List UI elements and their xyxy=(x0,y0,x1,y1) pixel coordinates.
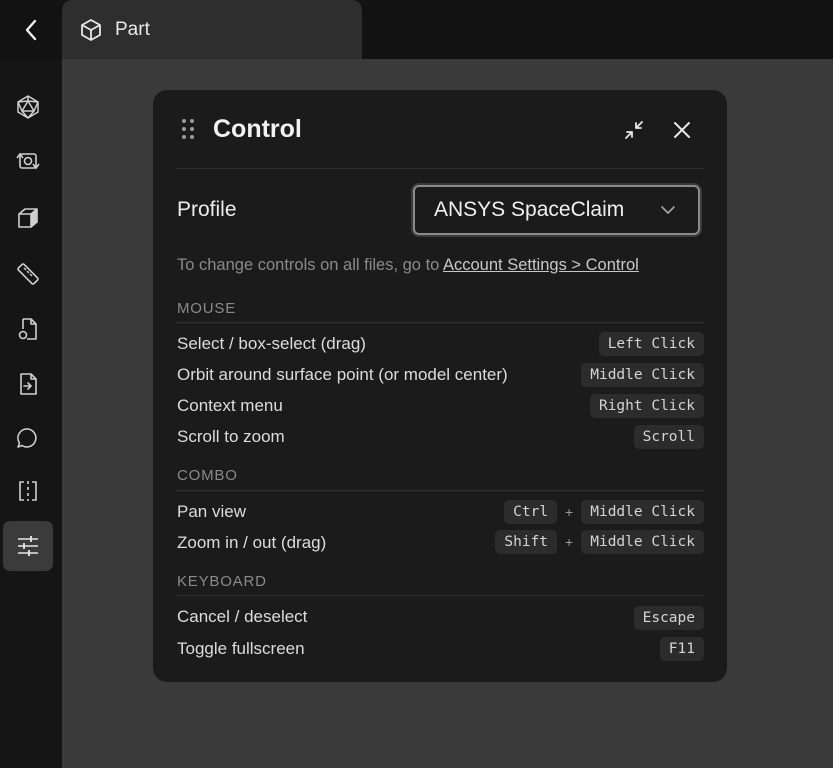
row-label: Zoom in / out (drag) xyxy=(177,533,327,552)
section-divider xyxy=(176,322,704,323)
control-panel: Control Profile ANSYS SpaceClaim To chan… xyxy=(153,90,727,682)
collapse-button[interactable] xyxy=(620,116,648,144)
file-settings-icon xyxy=(18,318,37,340)
sidebar-item-controls[interactable] xyxy=(3,521,53,571)
sidebar-item-sync[interactable] xyxy=(3,136,53,186)
section-mouse-title: MOUSE xyxy=(177,300,237,317)
section-keyboard-title: KEYBOARD xyxy=(177,573,267,590)
sync-object-icon xyxy=(16,152,40,170)
key-badge: F11 xyxy=(659,637,704,661)
section-view-icon xyxy=(19,481,37,501)
profile-select-value: ANSYS SpaceClaim xyxy=(434,198,625,221)
hint-text: To change controls on all files, go to xyxy=(177,256,443,274)
settings-hint: To change controls on all files, go to A… xyxy=(177,256,639,275)
row-label: Orbit around surface point (or model cen… xyxy=(177,365,508,384)
back-button[interactable] xyxy=(0,0,62,59)
row-label: Toggle fullscreen xyxy=(177,639,305,658)
tab-label: Part xyxy=(115,18,150,40)
panel-title: Control xyxy=(213,115,302,143)
plus-sign: + xyxy=(565,504,574,520)
shortcut-keys: Left Click xyxy=(598,332,704,356)
sidebar-item-measure[interactable] xyxy=(3,249,53,299)
key-badge: Middle Click xyxy=(581,530,704,554)
key-badge: Right Click xyxy=(589,394,704,418)
sidebar-item-box[interactable] xyxy=(3,193,53,243)
key-badge: Ctrl xyxy=(504,500,558,524)
sidebar-item-export[interactable] xyxy=(3,359,53,409)
row-label: Context menu xyxy=(177,396,283,415)
close-button[interactable] xyxy=(668,116,696,144)
header-divider xyxy=(176,168,704,169)
profile-select[interactable]: ANSYS SpaceClaim xyxy=(413,185,700,235)
shortcut-keys: F11 xyxy=(659,637,704,661)
account-settings-link[interactable]: Account Settings > Control xyxy=(443,256,639,274)
icosahedron-icon xyxy=(17,95,39,119)
chevron-down-icon xyxy=(661,206,675,215)
chevron-left-icon xyxy=(25,19,37,40)
key-badge: Left Click xyxy=(598,332,704,356)
sidebar-item-file-settings[interactable] xyxy=(3,304,53,354)
key-badge: Escape xyxy=(633,606,704,630)
shortcut-keys: Shift + Middle Click xyxy=(495,530,704,554)
key-badge: Middle Click xyxy=(581,363,704,387)
sidebar-item-section-view[interactable] xyxy=(3,466,53,516)
section-divider xyxy=(176,490,704,491)
profile-label: Profile xyxy=(177,198,237,221)
panel-header: Control xyxy=(153,90,727,168)
shortcut-keys: Right Click xyxy=(589,394,704,418)
row-label: Select / box-select (drag) xyxy=(177,334,366,353)
shortcut-keys: Escape xyxy=(633,606,704,630)
ruler-icon xyxy=(17,263,39,285)
shortcut-keys: Middle Click xyxy=(581,363,704,387)
drag-handle-icon[interactable] xyxy=(181,118,195,140)
box-icon xyxy=(18,208,38,228)
minimize-arrows-icon xyxy=(625,121,643,139)
row-label: Pan view xyxy=(177,502,246,521)
sidebar-item-geometry[interactable] xyxy=(3,82,53,132)
sidebar-item-comments[interactable] xyxy=(3,413,53,463)
key-badge: Scroll xyxy=(633,425,704,449)
shortcut-keys: Ctrl + Middle Click xyxy=(504,500,704,524)
plus-sign: + xyxy=(565,534,574,550)
cube-icon xyxy=(79,18,103,42)
tab-part[interactable]: Part xyxy=(62,0,362,59)
comment-icon xyxy=(17,428,37,448)
top-bar: Part xyxy=(0,0,833,59)
row-label: Cancel / deselect xyxy=(177,607,308,626)
shortcut-keys: Scroll xyxy=(633,425,704,449)
section-combo-title: COMBO xyxy=(177,467,238,484)
close-icon xyxy=(674,122,690,138)
key-badge: Middle Click xyxy=(581,500,704,524)
file-export-icon xyxy=(20,373,37,395)
section-divider xyxy=(176,595,704,596)
key-badge: Shift xyxy=(495,530,558,554)
sliders-icon xyxy=(18,536,38,556)
sidebar xyxy=(0,59,62,768)
row-label: Scroll to zoom xyxy=(177,427,285,446)
